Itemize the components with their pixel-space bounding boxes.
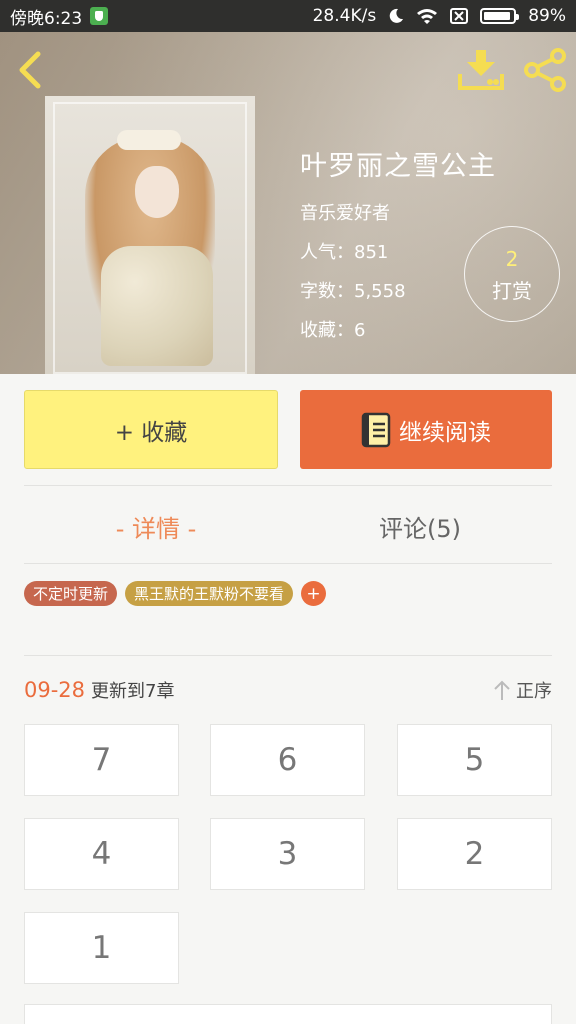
update-text: 更新到7章 [91, 681, 175, 702]
chapter-button[interactable]: 7 [24, 724, 179, 796]
wifi-icon [417, 9, 438, 24]
list-item [24, 1004, 552, 1024]
shield-icon [90, 7, 109, 25]
tag-list: 不定时更新 黑王默的王默粉不要看 + [24, 581, 327, 606]
tag-item[interactable]: 不定时更新 [24, 581, 118, 606]
book-favorites: 收藏：6 [300, 320, 366, 341]
status-bar: 傍晚6:23 28.4K/s 89% [0, 0, 576, 32]
continue-reading-button[interactable]: 继续阅读 [300, 390, 552, 469]
sort-up-icon [494, 680, 510, 700]
chapter-button[interactable]: 2 [397, 818, 552, 890]
update-row: 09-28 更新到7章 正序 [24, 676, 552, 704]
sort-label: 正序 [516, 681, 552, 702]
chapter-button[interactable]: 3 [210, 818, 365, 890]
book-cover[interactable] [45, 96, 255, 374]
reward-count: 2 [505, 247, 519, 271]
divider [24, 655, 552, 656]
tag-item[interactable]: 黑王默的王默粉不要看 [125, 581, 294, 606]
reward-button[interactable]: 2 打赏 [464, 226, 560, 322]
sim-off-icon [450, 8, 469, 24]
add-tag-button[interactable]: + [301, 581, 327, 606]
moon-icon [389, 8, 404, 23]
tab-comments[interactable]: 评论(5) [288, 496, 552, 556]
collect-button[interactable]: + 收藏 [24, 390, 278, 469]
share-icon[interactable] [522, 48, 568, 92]
book-header: 叶罗丽之雪公主 音乐爱好者 人气：851 字数：5,558 收藏：6 2 打赏 [0, 32, 576, 374]
continue-reading-label: 继续阅读 [399, 419, 491, 446]
download-icon[interactable] [458, 48, 504, 92]
divider [24, 563, 552, 564]
chapter-button[interactable]: 6 [210, 724, 365, 796]
reward-label: 打赏 [492, 279, 532, 303]
collect-label: + 收藏 [114, 419, 188, 446]
status-time: 傍晚6:23 [10, 8, 83, 29]
book-title: 叶罗丽之雪公主 [300, 151, 496, 182]
chapter-button[interactable]: 5 [397, 724, 552, 796]
network-speed: 28.4K/s [312, 6, 377, 26]
chapter-button[interactable]: 1 [24, 912, 179, 984]
tab-details[interactable]: - 详情 - [24, 496, 288, 556]
book-author[interactable]: 音乐爱好者 [300, 199, 496, 225]
update-date: 09-28 [24, 678, 86, 702]
battery-icon [480, 8, 520, 24]
sort-button[interactable]: 正序 [492, 677, 552, 703]
chapter-button[interactable]: 4 [24, 818, 179, 890]
back-icon[interactable] [14, 50, 48, 90]
book-icon [361, 412, 391, 447]
battery-percent: 89% [528, 6, 566, 26]
divider [24, 485, 552, 486]
